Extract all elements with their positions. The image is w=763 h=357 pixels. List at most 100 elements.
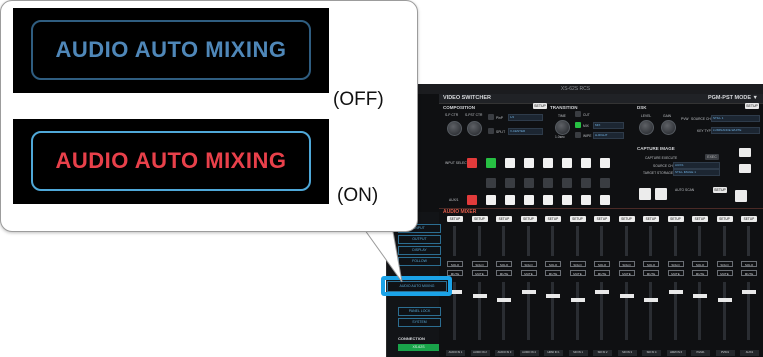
channel-mute-button[interactable]: MUTE (667, 270, 684, 276)
channel-mute-button[interactable]: MUTE (643, 270, 659, 276)
audio-auto-mixing-button-on[interactable]: AUDIO AUTO MIXING (31, 131, 311, 191)
pinp-toggle[interactable] (488, 114, 494, 120)
channel-solo-button[interactable]: SOLO (643, 261, 659, 267)
input-button-6[interactable] (562, 158, 572, 168)
channel-mute-button[interactable]: MUTE (594, 270, 610, 276)
auto-scan-setup-button[interactable]: SETUP (713, 187, 727, 193)
mix-select[interactable]: MIX (593, 122, 624, 129)
split-select[interactable]: V-CENTER (508, 128, 543, 135)
key-type-select[interactable]: LUMINANCE-WHITE (711, 127, 760, 134)
input-button-3[interactable] (505, 158, 515, 168)
aux-button-6[interactable] (562, 195, 572, 205)
channel-fader-knob[interactable] (521, 290, 536, 294)
position-knob-1[interactable] (447, 121, 462, 136)
channel-fader-knob[interactable] (693, 294, 707, 298)
input-button-4[interactable] (524, 158, 534, 168)
auto-scan-button[interactable] (735, 190, 747, 202)
key-button-3[interactable] (505, 178, 515, 188)
key-button-7[interactable] (581, 178, 591, 188)
audio-auto-mixing-button-off[interactable]: AUDIO AUTO MIXING (31, 20, 311, 80)
still-button-2[interactable] (655, 188, 667, 200)
aux-button-4[interactable] (524, 195, 534, 205)
nav-system[interactable]: SYSTEM (398, 318, 441, 327)
channel-solo-button[interactable]: SOLO (471, 261, 488, 267)
aux-button-7[interactable] (581, 195, 591, 205)
key-button-2[interactable] (486, 178, 496, 188)
channel-setup-button[interactable]: SETUP (692, 216, 708, 222)
aux-button-2[interactable] (486, 195, 496, 205)
channel-fader-knob[interactable] (619, 294, 634, 298)
channel-setup-button[interactable]: SETUP (618, 216, 635, 222)
cut-button[interactable] (575, 111, 581, 117)
wipe-select[interactable]: H-RIGHT (593, 132, 624, 139)
target-storage-select[interactable]: STILL IMAGE 1 (673, 169, 720, 176)
channel-fader-knob[interactable] (546, 294, 560, 298)
pinp-select[interactable]: 1/2 (508, 114, 543, 121)
channel-solo-button[interactable]: SOLO (545, 261, 561, 267)
nav-panel-lock[interactable]: PANEL LOCK (398, 307, 441, 316)
channel-fader-knob[interactable] (668, 290, 683, 294)
channel-fader-knob[interactable] (497, 298, 511, 302)
channel-mute-button[interactable]: MUTE (569, 270, 586, 276)
channel-solo-button[interactable]: SOLO (447, 261, 463, 267)
channel-solo-button[interactable]: SOLO (594, 261, 610, 267)
input-button-7[interactable] (581, 158, 591, 168)
channel-setup-button[interactable]: SETUP (716, 216, 733, 222)
input-button-2[interactable] (486, 158, 496, 168)
channel-setup-button[interactable]: SETUP (545, 216, 561, 222)
channel-setup-button[interactable]: SETUP (496, 216, 512, 222)
channel-fader-knob[interactable] (717, 298, 732, 302)
channel-mute-button[interactable]: MUTE (716, 270, 733, 276)
channel-solo-button[interactable]: SOLO (618, 261, 635, 267)
channel-setup-button[interactable]: SETUP (520, 216, 537, 222)
key-button-5[interactable] (543, 178, 553, 188)
dsk-source-select[interactable]: STILL 1 (711, 115, 760, 122)
time-knob[interactable] (555, 120, 570, 135)
channel-mute-button[interactable]: MUTE (545, 270, 561, 276)
channel-fader-knob[interactable] (570, 298, 585, 302)
channel-solo-button[interactable]: SOLO (667, 261, 684, 267)
channel-mute-button[interactable]: MUTE (496, 270, 512, 276)
channel-solo-button[interactable]: SOLO (520, 261, 537, 267)
channel-fader-knob[interactable] (644, 298, 658, 302)
channel-setup-button[interactable]: SETUP (471, 216, 488, 222)
key-button-8[interactable] (600, 178, 610, 188)
channel-mute-button[interactable]: MUTE (520, 270, 537, 276)
capture-side-button-1[interactable] (739, 148, 751, 157)
channel-solo-button[interactable]: SOLO (692, 261, 708, 267)
composition-setup-button[interactable]: SETUP (533, 103, 547, 109)
aux-button-8[interactable] (600, 195, 610, 205)
input-button-1[interactable] (467, 158, 477, 168)
level-knob[interactable] (639, 120, 654, 135)
key-button-6[interactable] (562, 178, 572, 188)
mix-button[interactable] (575, 122, 581, 128)
channel-setup-button[interactable]: SETUP (447, 216, 463, 222)
capture-source-select[interactable]: AUX/1 (673, 162, 720, 169)
channel-fader-knob[interactable] (595, 290, 609, 294)
split-toggle[interactable] (488, 128, 494, 134)
pgm-pst-mode-select[interactable]: PGM-PST MODE ▼ (708, 94, 758, 103)
aux-button-3[interactable] (505, 195, 515, 205)
channel-setup-button[interactable]: SETUP (594, 216, 610, 222)
input-button-5[interactable] (543, 158, 553, 168)
aux-button-5[interactable] (543, 195, 553, 205)
channel-solo-button[interactable]: SOLO (741, 261, 757, 267)
channel-setup-button[interactable]: SETUP (741, 216, 757, 222)
key-button-4[interactable] (524, 178, 534, 188)
channel-solo-button[interactable]: SOLO (496, 261, 512, 267)
channel-setup-button[interactable]: SETUP (643, 216, 659, 222)
channel-fader-knob[interactable] (472, 294, 487, 298)
gain-knob[interactable] (661, 120, 676, 135)
capture-side-button-2[interactable] (739, 164, 751, 173)
channel-solo-button[interactable]: SOLO (569, 261, 586, 267)
channel-setup-button[interactable]: SETUP (569, 216, 586, 222)
channel-setup-button[interactable]: SETUP (667, 216, 684, 222)
aux-button-1[interactable] (467, 195, 477, 205)
channel-mute-button[interactable]: MUTE (618, 270, 635, 276)
channel-mute-button[interactable]: MUTE (692, 270, 708, 276)
capture-exec-button[interactable]: EXEC (705, 154, 719, 160)
still-button-1[interactable] (639, 188, 651, 200)
dsk-setup-button[interactable]: SETUP (745, 103, 759, 109)
channel-fader-knob[interactable] (742, 290, 756, 294)
input-button-8[interactable] (600, 158, 610, 168)
